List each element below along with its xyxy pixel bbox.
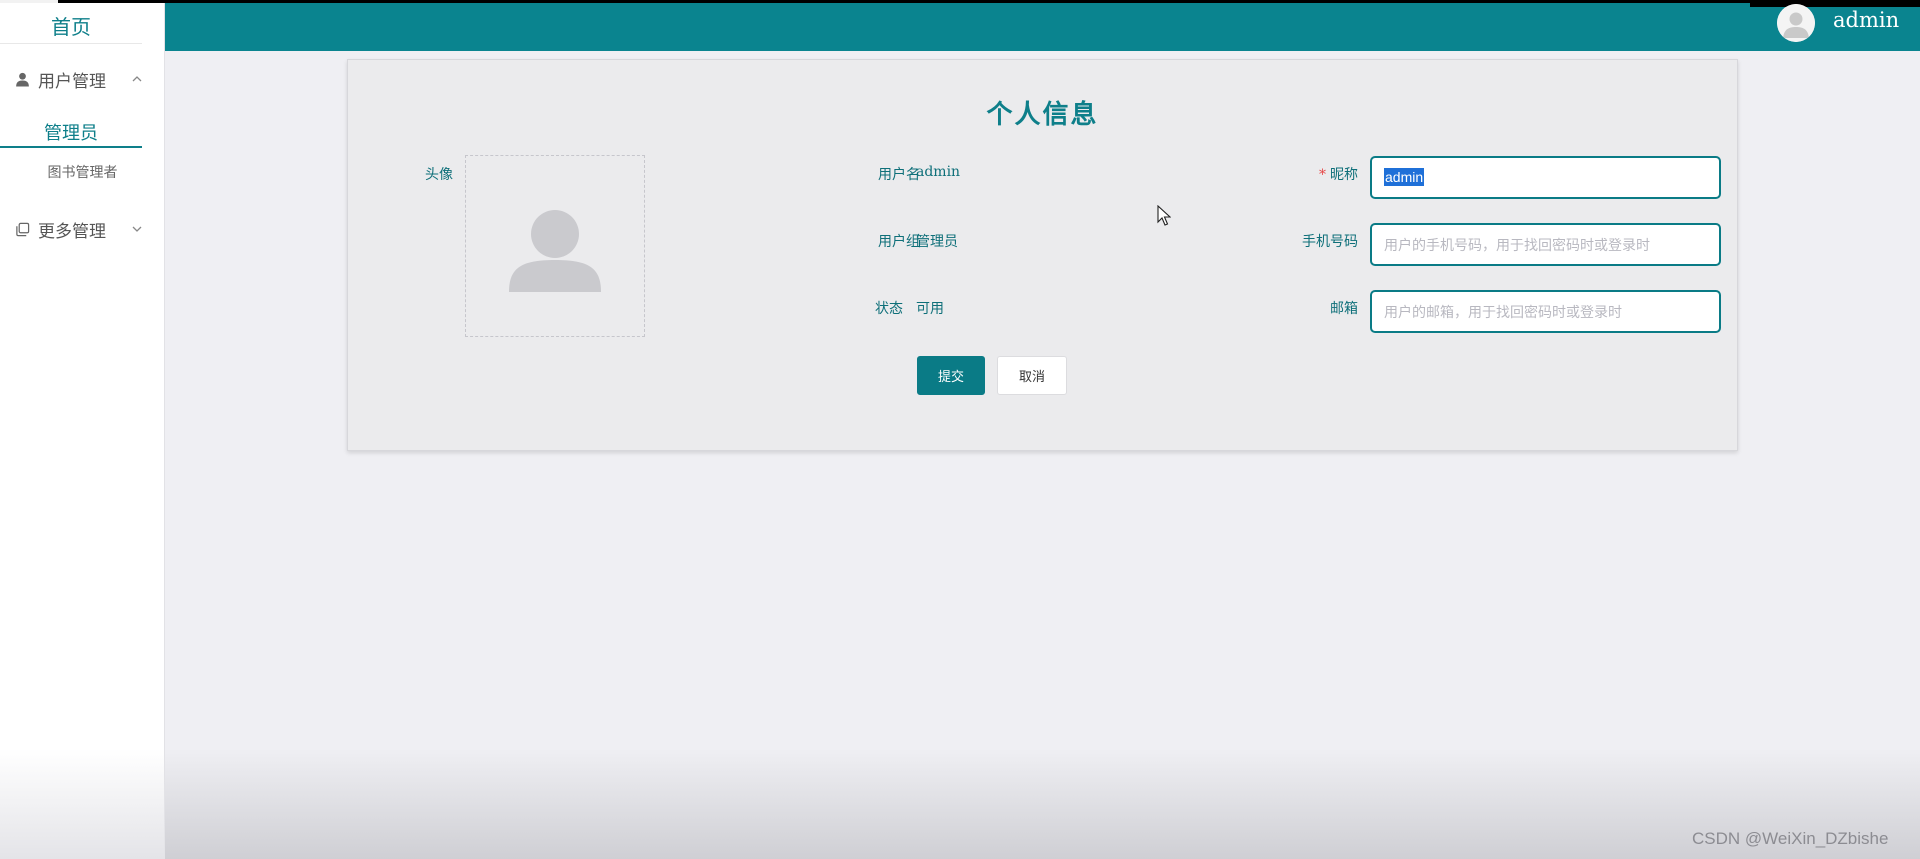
status-label: 状态 bbox=[875, 301, 903, 317]
username-value: admin bbox=[916, 164, 961, 180]
username-label: 用户名 bbox=[878, 167, 920, 183]
email-input[interactable] bbox=[1370, 290, 1721, 333]
submit-button[interactable]: 提交 bbox=[917, 356, 985, 395]
top-header bbox=[165, 3, 1920, 51]
user-icon bbox=[14, 71, 30, 87]
required-mark: * bbox=[1319, 167, 1326, 183]
cancel-button[interactable]: 取消 bbox=[997, 356, 1067, 395]
watermark: CSDN @WeiXin_DZbishe bbox=[1692, 829, 1889, 848]
user-group-label: 用户组 bbox=[878, 234, 920, 250]
status-value: 可用 bbox=[916, 301, 944, 317]
avatar-label: 头像 bbox=[425, 167, 453, 183]
sidebar-group-label: 更多管理 bbox=[38, 221, 106, 242]
sidebar-item-admin[interactable]: 管理员 bbox=[0, 119, 142, 149]
page-title: 个人信息 bbox=[986, 100, 1099, 130]
avatar-placeholder-icon bbox=[509, 210, 601, 292]
header-strip bbox=[1750, 3, 1920, 7]
bottom-fade bbox=[165, 749, 1920, 859]
sidebar-bottom-fade bbox=[0, 749, 165, 859]
chevron-up-icon bbox=[130, 72, 144, 86]
sidebar-group-label: 用户管理 bbox=[38, 71, 106, 92]
sidebar-item-admin-indicator bbox=[0, 146, 142, 148]
home-divider bbox=[0, 43, 142, 44]
mouse-cursor-icon bbox=[1157, 205, 1171, 226]
email-label: 邮箱 bbox=[1330, 301, 1358, 317]
nickname-input[interactable] bbox=[1370, 156, 1721, 199]
sidebar-group-more-management[interactable]: 更多管理 bbox=[0, 209, 165, 249]
nickname-label-text: 昵称 bbox=[1330, 167, 1358, 183]
header-username[interactable]: admin bbox=[1833, 8, 1899, 32]
profile-card: 个人信息 头像 用户名 admin 用户组 管理员 状态 可用 * 昵称 admi… bbox=[347, 59, 1738, 451]
sidebar-group-user-management[interactable]: 用户管理 bbox=[0, 59, 165, 99]
avatar-upload[interactable] bbox=[465, 155, 645, 337]
sidebar-item-book-manager[interactable]: 图书管理者 bbox=[20, 159, 145, 187]
user-group-value: 管理员 bbox=[916, 234, 958, 250]
nickname-label: * 昵称 bbox=[1248, 164, 1358, 184]
sidebar: 首页 用户管理 管理员 图书管理者 更多管理 bbox=[0, 3, 165, 859]
copy-icon bbox=[14, 221, 30, 237]
phone-input[interactable] bbox=[1370, 223, 1721, 266]
avatar[interactable] bbox=[1777, 4, 1815, 42]
phone-label: 手机号码 bbox=[1302, 234, 1358, 250]
chevron-down-icon bbox=[130, 222, 144, 236]
sidebar-home-link[interactable]: 首页 bbox=[0, 11, 142, 40]
avatar-icon bbox=[1777, 4, 1815, 42]
